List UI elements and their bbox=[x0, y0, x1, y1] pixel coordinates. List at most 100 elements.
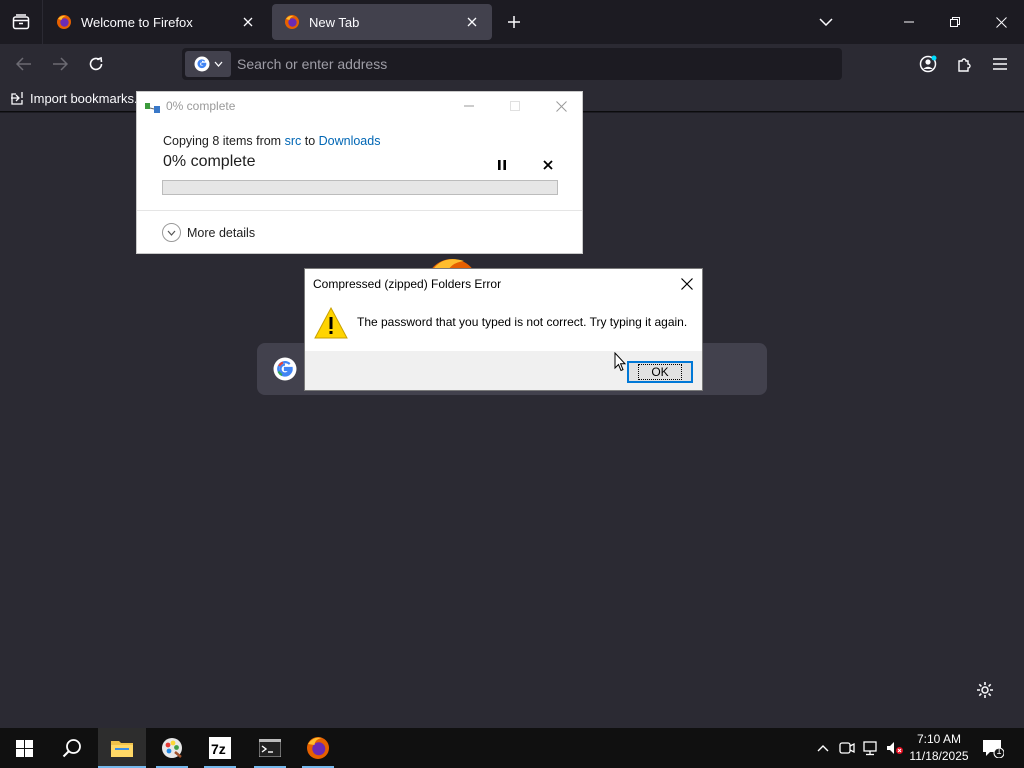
close-tab-button[interactable] bbox=[238, 12, 258, 32]
google-icon bbox=[194, 56, 209, 72]
taskbar-file-explorer[interactable] bbox=[98, 728, 146, 768]
search-button[interactable] bbox=[48, 728, 96, 768]
copy-percent-text: 0% complete bbox=[163, 153, 256, 170]
zipped-folders-error-dialog: Compressed (zipped) Folders Error The pa… bbox=[304, 268, 703, 391]
customize-settings-button[interactable] bbox=[974, 679, 996, 701]
extensions-button[interactable] bbox=[950, 50, 978, 78]
account-icon bbox=[919, 55, 937, 73]
terminal-icon bbox=[259, 739, 281, 757]
minimize-icon bbox=[464, 105, 474, 107]
cancel-copy-button[interactable] bbox=[539, 156, 557, 174]
taskbar-paint[interactable] bbox=[148, 728, 196, 768]
close-icon bbox=[467, 17, 477, 27]
new-tab-button[interactable] bbox=[502, 10, 526, 34]
reload-icon bbox=[89, 56, 103, 71]
close-window-button[interactable] bbox=[978, 0, 1024, 44]
tab-label: Welcome to Firefox bbox=[81, 14, 193, 30]
forward-arrow-icon bbox=[53, 57, 68, 71]
close-tab-button[interactable] bbox=[462, 12, 482, 32]
tab-strip: Welcome to Firefox New Tab bbox=[0, 0, 1024, 44]
back-arrow-icon bbox=[16, 57, 31, 71]
firefox-view-icon bbox=[12, 14, 30, 30]
search-icon bbox=[62, 739, 81, 758]
chevron-down-icon bbox=[162, 223, 181, 242]
back-button[interactable] bbox=[10, 50, 38, 78]
7zip-icon: 7z bbox=[209, 737, 231, 759]
mouse-cursor-icon bbox=[614, 352, 626, 372]
windows-logo-icon bbox=[15, 739, 33, 757]
copy-close-button[interactable] bbox=[538, 92, 584, 120]
chevron-up-icon bbox=[817, 745, 829, 752]
show-hidden-icons-button[interactable] bbox=[814, 738, 832, 758]
taskbar-7zip[interactable]: 7z bbox=[196, 728, 244, 768]
account-button[interactable] bbox=[914, 50, 942, 78]
import-icon bbox=[11, 92, 23, 105]
tab-separator bbox=[42, 0, 43, 44]
import-bookmarks-button[interactable]: Import bookmarks... bbox=[10, 88, 145, 108]
list-all-tabs-button[interactable] bbox=[814, 10, 838, 34]
warning-icon bbox=[314, 307, 348, 339]
ok-button[interactable]: OK bbox=[627, 361, 693, 383]
tray-meet-now[interactable] bbox=[838, 738, 856, 758]
search-engine-button[interactable] bbox=[185, 51, 231, 77]
tray-network[interactable] bbox=[862, 738, 880, 758]
tab-welcome-to-firefox[interactable]: Welcome to Firefox bbox=[44, 4, 268, 40]
google-icon bbox=[273, 357, 297, 381]
more-details-label: More details bbox=[187, 225, 256, 240]
app-menu-button[interactable] bbox=[986, 50, 1014, 78]
forward-button[interactable] bbox=[46, 50, 74, 78]
copy-prefix: Copying 8 items from bbox=[163, 134, 285, 148]
close-icon bbox=[681, 278, 693, 290]
system-clock[interactable]: 7:10 AM 11/18/2025 bbox=[904, 731, 974, 765]
pause-icon bbox=[498, 160, 506, 170]
chevron-down-icon bbox=[819, 18, 833, 26]
close-icon bbox=[555, 100, 567, 112]
copy-maximize-button[interactable] bbox=[492, 92, 538, 120]
copy-minimize-button[interactable] bbox=[446, 92, 492, 120]
camera-icon bbox=[839, 742, 855, 754]
maximize-icon bbox=[510, 101, 520, 111]
close-icon bbox=[243, 17, 253, 27]
firefox-view-button[interactable] bbox=[0, 0, 42, 44]
start-button[interactable] bbox=[0, 728, 48, 768]
copy-dialog-titlebar[interactable]: 0% complete bbox=[137, 92, 582, 120]
network-icon bbox=[862, 740, 877, 755]
copy-files-icon bbox=[145, 103, 160, 113]
firefox-icon bbox=[307, 737, 329, 759]
import-bookmarks-label: Import bookmarks... bbox=[30, 90, 145, 106]
tab-new-tab[interactable]: New Tab bbox=[272, 4, 492, 40]
error-message: The password that you typed is not corre… bbox=[357, 315, 688, 329]
destination-folder-link[interactable]: Downloads bbox=[319, 134, 381, 148]
copy-status-line: Copying 8 items from src to Downloads bbox=[163, 134, 380, 148]
plus-icon bbox=[508, 16, 520, 28]
reload-button[interactable] bbox=[82, 50, 110, 78]
clock-date: 11/18/2025 bbox=[909, 749, 969, 763]
firefox-favicon-icon bbox=[285, 15, 299, 29]
divider bbox=[137, 210, 582, 211]
firefox-favicon-icon bbox=[57, 15, 71, 29]
clock-time: 7:10 AM bbox=[916, 732, 962, 746]
address-bar[interactable] bbox=[182, 48, 842, 80]
pause-button[interactable] bbox=[493, 156, 511, 174]
notification-center-button[interactable]: 1 bbox=[980, 736, 1006, 760]
source-folder-link[interactable]: src bbox=[285, 134, 302, 148]
file-explorer-icon bbox=[111, 741, 133, 757]
minimize-button[interactable] bbox=[886, 0, 932, 44]
tab-label: New Tab bbox=[309, 14, 360, 30]
restore-icon bbox=[950, 17, 960, 27]
error-close-button[interactable] bbox=[675, 272, 699, 296]
ok-label: OK bbox=[638, 364, 682, 380]
tray-volume[interactable] bbox=[886, 738, 904, 758]
taskbar-terminal[interactable] bbox=[246, 728, 294, 768]
taskbar-firefox[interactable] bbox=[294, 728, 342, 768]
copy-dialog-title: 0% complete bbox=[166, 99, 236, 113]
restore-button[interactable] bbox=[932, 0, 978, 44]
more-details-toggle[interactable]: More details bbox=[162, 223, 255, 242]
error-dialog-body: Compressed (zipped) Folders Error The pa… bbox=[305, 269, 702, 351]
svg-text:7z: 7z bbox=[211, 741, 226, 757]
address-input[interactable] bbox=[237, 50, 842, 78]
navigation-toolbar bbox=[0, 44, 1024, 84]
copy-progress-bar bbox=[162, 180, 558, 195]
hamburger-menu-icon bbox=[993, 58, 1007, 70]
chevron-down-icon bbox=[214, 61, 222, 67]
